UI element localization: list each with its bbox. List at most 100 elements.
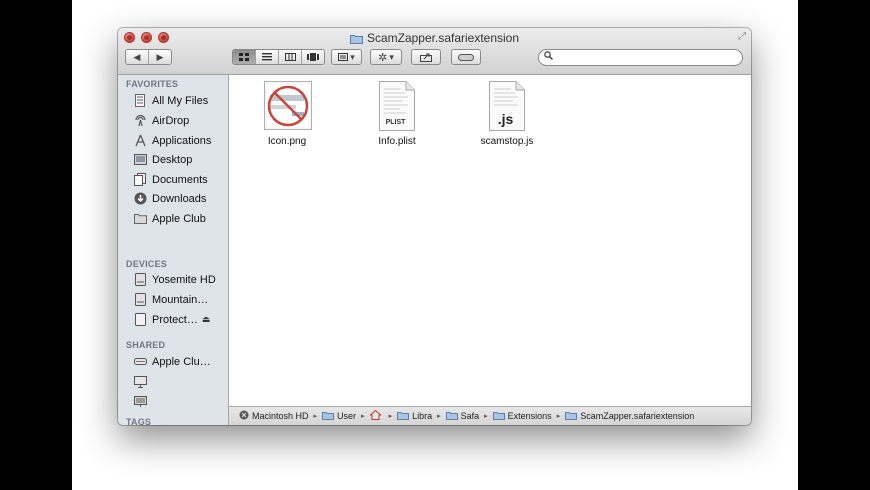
view-mode-control	[232, 49, 325, 65]
sidebar-item-mountain[interactable]: Mountain…	[133, 291, 228, 308]
window-title: ScamZapper.safariextension	[118, 31, 751, 47]
share-icon	[420, 53, 432, 62]
sidebar-item-label: Yosemite HD	[152, 273, 216, 286]
icon-view-button[interactable]	[233, 50, 256, 64]
sidebar-item-label: Apple Club	[152, 212, 206, 225]
file-item-scamstop-js[interactable]: .js scamstop.js	[462, 81, 552, 147]
path-item-home[interactable]	[368, 409, 384, 422]
path-item-scamzapper[interactable]: ScamZapper.safariextension	[565, 411, 694, 422]
home-icon	[368, 409, 382, 422]
devices-header: DEVICES	[126, 259, 167, 269]
all-files-icon	[133, 94, 147, 108]
sidebar-item-downloads[interactable]: Downloads	[133, 190, 228, 207]
finder-window: ScamZapper.safariextension ⤢ ◀ ▶ ▾ ✲ ▾ F…	[118, 28, 751, 425]
desktop-icon	[133, 153, 147, 167]
sidebar-item-yosemite-hd[interactable]: Yosemite HD	[133, 271, 228, 288]
sidebar-item-documents[interactable]: Documents	[133, 171, 228, 188]
sidebar: FAVORITES All My Files AirDrop Applicati…	[118, 75, 229, 425]
png-thumbnail-icon	[264, 81, 312, 131]
search-icon	[544, 51, 554, 63]
path-item-safari[interactable]: Safa	[445, 411, 479, 422]
sidebar-item-shared-server[interactable]	[133, 393, 228, 410]
path-label: User	[337, 411, 357, 421]
forward-button[interactable]: ▶	[149, 50, 171, 64]
action-chevron: ▾	[389, 51, 394, 62]
sidebar-item-all-my-files[interactable]: All My Files	[133, 92, 228, 109]
column-view-button[interactable]	[279, 50, 302, 64]
airdrop-icon	[133, 114, 147, 128]
gear-icon: ✲	[378, 51, 388, 64]
path-label: Macintosh HD	[252, 411, 309, 421]
file-name: scamstop.js	[480, 136, 534, 147]
path-item-users[interactable]: User	[322, 411, 356, 422]
sidebar-item-desktop[interactable]: Desktop	[133, 151, 228, 168]
path-item-macintosh-hd[interactable]: Macintosh HD	[239, 410, 309, 422]
documents-icon	[133, 173, 147, 187]
path-item-extensions[interactable]: Extensions	[492, 411, 552, 422]
sidebar-item-airdrop[interactable]: AirDrop	[133, 112, 228, 129]
favorites-header: FAVORITES	[126, 79, 179, 89]
path-label: ScamZapper.safariextension	[580, 411, 695, 421]
arrange-chevron: ▾	[350, 51, 355, 62]
search-input[interactable]	[557, 51, 739, 65]
tags-button[interactable]	[451, 49, 481, 65]
file-item-icon-png[interactable]: Icon.png	[242, 81, 332, 147]
file-name: Info.plist	[378, 136, 416, 147]
path-label: Extensions	[507, 411, 552, 421]
window-title-text: ScamZapper.safariextension	[366, 31, 520, 45]
path-separator-icon: ▸	[313, 413, 318, 420]
js-badge: .js	[497, 111, 514, 127]
path-separator-icon: ▸	[388, 413, 393, 420]
fullscreen-icon[interactable]: ⤢	[738, 31, 746, 42]
coverflow-view-button[interactable]	[302, 50, 324, 64]
sidebar-item-label: Apple Clu…	[152, 355, 211, 368]
path-label: Libra	[412, 411, 433, 421]
folder-icon	[322, 411, 335, 422]
sidebar-item-apple-clu[interactable]: Apple Clu…	[133, 353, 228, 370]
icon-view-icon	[239, 53, 249, 61]
sidebar-item-label: Desktop	[152, 153, 193, 166]
column-view-icon	[284, 53, 296, 61]
file-item-info-plist[interactable]: PLIST Info.plist	[352, 81, 442, 147]
path-separator-icon: ▸	[484, 413, 488, 420]
back-button[interactable]: ◀	[126, 50, 149, 64]
hard-drive-icon	[133, 273, 147, 287]
sidebar-item-shared-display[interactable]	[133, 373, 228, 390]
file-browser: Icon.png PLIST Info.plist .js scamstop.j…	[229, 75, 751, 406]
sidebar-item-label: All My Files	[152, 94, 209, 107]
sidebar-item-label: Applications	[152, 134, 212, 147]
applications-icon	[133, 134, 147, 148]
sidebar-item-applications[interactable]: Applications	[133, 132, 228, 149]
hard-drive-icon	[133, 293, 147, 307]
eject-icon[interactable]: ⏏	[202, 314, 211, 325]
arrange-button[interactable]: ▾	[331, 49, 362, 65]
server-icon	[133, 395, 147, 409]
sidebar-item-label: AirDrop	[152, 114, 190, 127]
path-separator-icon: ▸	[437, 413, 441, 420]
folder-icon	[349, 33, 363, 47]
sidebar-item-apple-club[interactable]: Apple Club	[133, 210, 228, 227]
sidebar-item-label: Protect…	[152, 313, 198, 326]
action-button[interactable]: ✲ ▾	[370, 49, 402, 65]
display-icon	[133, 375, 147, 389]
folder-icon	[445, 411, 458, 422]
back-forward-control: ◀ ▶	[125, 49, 172, 65]
path-item-library[interactable]: Libra	[397, 411, 432, 422]
coverflow-view-icon	[307, 53, 319, 61]
js-document-icon: .js	[484, 81, 530, 131]
shared-header: SHARED	[126, 340, 166, 350]
search-field[interactable]	[538, 49, 743, 66]
plist-badge: PLIST	[385, 119, 406, 126]
share-button[interactable]	[411, 49, 441, 65]
sidebar-item-protect[interactable]: Protect… ⏏	[133, 311, 228, 328]
path-bar: Macintosh HD ▸ User ▸ ▸ Libra ▸ Safa ▸ E…	[229, 406, 751, 425]
hard-drive-icon	[239, 410, 249, 422]
downloads-icon	[133, 192, 147, 206]
list-view-button[interactable]	[256, 50, 279, 64]
network-drive-icon	[133, 355, 147, 369]
tag-icon	[458, 53, 474, 61]
path-separator-icon: ▸	[361, 413, 365, 420]
folder-icon	[565, 411, 578, 422]
disk-image-icon	[133, 313, 147, 327]
folder-icon	[397, 411, 410, 422]
